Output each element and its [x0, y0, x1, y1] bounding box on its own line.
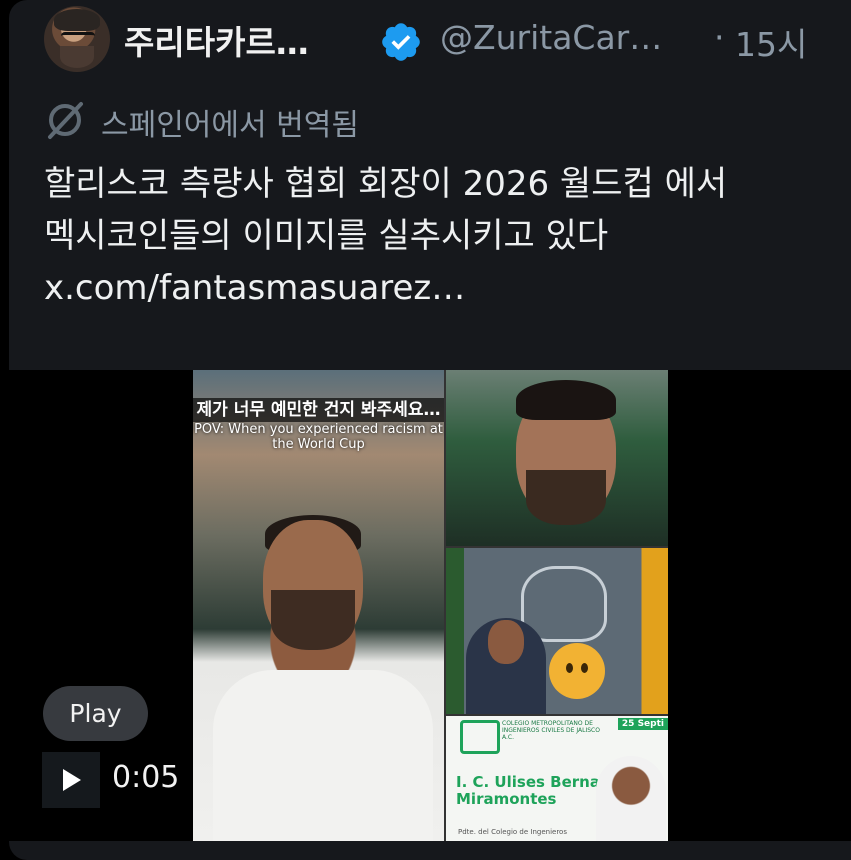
avatar-beard: [60, 46, 94, 68]
poster-subtitle: Pdte. del Colegio de Ingenieros: [458, 828, 567, 836]
video-duration: 0:05: [112, 760, 180, 795]
play-label-button[interactable]: Play: [43, 686, 148, 741]
college-logo-icon: [460, 720, 500, 754]
office-person-head: [488, 620, 524, 664]
poster-org: COLEGIO METROPOLITANO DE INGENIEROS CIVI…: [502, 720, 600, 741]
poster-photo: [596, 756, 666, 841]
poster-date: 25 Septi: [617, 718, 668, 730]
avatar-hair: [54, 9, 100, 31]
video-player[interactable]: 제가 너무 예민한 건지 봐주세요… POV: When you experie…: [9, 370, 851, 841]
fan-beard: [271, 590, 355, 650]
emoji-eye: [566, 663, 573, 673]
face-emoji-icon: [549, 643, 605, 699]
author-name[interactable]: 주리타카르…: [124, 16, 309, 64]
fan-shirt: [213, 670, 433, 841]
closeup-beard: [526, 470, 606, 525]
play-icon: [63, 769, 81, 791]
avatar-glasses: [61, 32, 95, 43]
translated-from-row[interactable]: 스페인어에서 번역됨: [44, 98, 544, 143]
separator-dot: ·: [714, 18, 725, 57]
thumbnail-panel-poster: COLEGIO METROPOLITANO DE INGENIEROS CIVI…: [446, 716, 668, 841]
video-thumbnail[interactable]: 제가 너무 예민한 건지 봐주세요… POV: When you experie…: [193, 370, 668, 841]
closeup-hair: [516, 380, 616, 420]
tweet-header: 주리타카르… @ZuritaCar… · 15시: [44, 6, 844, 72]
emoji-eye: [581, 663, 588, 673]
thumbnail-panel-closeup: [446, 370, 668, 546]
thumbnail-panel-office: [446, 548, 668, 714]
author-handle[interactable]: @ZuritaCar…: [440, 18, 662, 57]
thumbnail-panel-fan: 제가 너무 예민한 건지 봐주세요… POV: When you experie…: [193, 370, 444, 841]
tweet-text-line: 멕시코인들의 이미지를 실추시키고 있다: [44, 216, 609, 256]
play-button[interactable]: [42, 752, 100, 808]
tweet-link[interactable]: x.com/fantasmasuarez…: [44, 262, 834, 314]
tweet-text: 할리스코 측량사 협회 회장이 2026 월드컵 에서 멕시코인들의 이미지를 …: [44, 158, 834, 314]
overlay-korean-caption: 제가 너무 예민한 건지 봐주세요…: [193, 398, 444, 422]
translate-icon: [48, 102, 83, 139]
tweet-text-line: 할리스코 측량사 협회 회장이 2026 월드컵 에서: [44, 164, 728, 204]
overlay-english-caption: POV: When you experienced racism at the …: [194, 422, 443, 452]
verified-badge-icon: [382, 23, 420, 61]
translated-label: 스페인어에서 번역됨: [101, 108, 359, 143]
timestamp[interactable]: 15시: [735, 18, 807, 66]
avatar[interactable]: [44, 6, 110, 72]
